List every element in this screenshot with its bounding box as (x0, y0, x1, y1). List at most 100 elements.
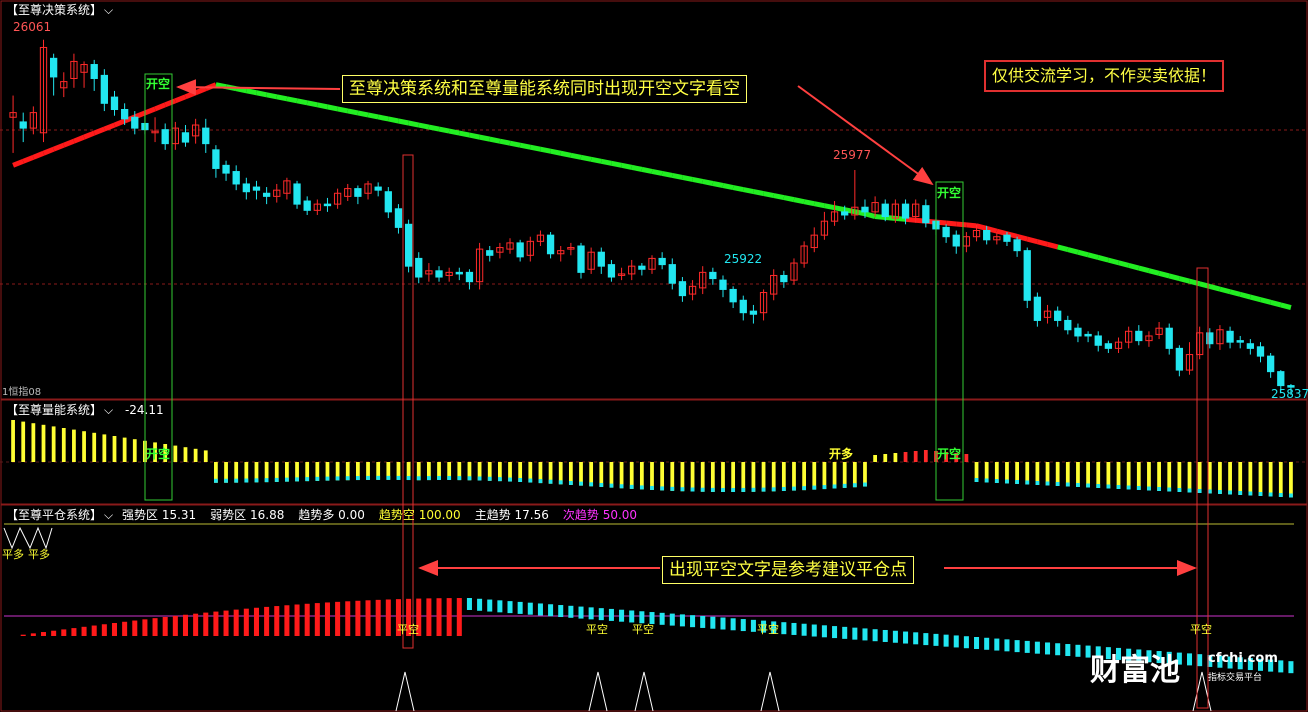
ma-segment (742, 187, 754, 195)
ma-segment (1138, 265, 1150, 274)
candle-body (415, 257, 423, 278)
ma-segment (956, 221, 967, 228)
candle-body (983, 229, 991, 241)
ma-segment (671, 172, 683, 180)
ma-segment (1188, 278, 1201, 287)
ma-segment (803, 199, 815, 207)
candle-body (780, 274, 788, 283)
candle-body (202, 127, 210, 145)
ma-segment (580, 154, 592, 162)
candle-body (1165, 327, 1173, 349)
ma-segment (783, 195, 795, 203)
indicator-0: 强势区 15.31 (122, 508, 197, 522)
ma-segment (509, 140, 521, 148)
price-last-label: 25837 (1271, 387, 1308, 401)
candle-body (181, 132, 190, 143)
candle-body (881, 203, 889, 218)
chevron-down-icon[interactable]: ⌵ (104, 3, 113, 17)
ma-segment (1097, 255, 1110, 263)
ma-segment (773, 193, 785, 201)
ma-segment (621, 162, 633, 170)
ma-segment (387, 116, 399, 124)
candle-body (1023, 250, 1031, 301)
ping-kong-signal-4: 平空 (757, 623, 779, 636)
candle-body (1135, 330, 1143, 342)
close-panel-title[interactable]: 【至尊平仓系统】 ⌵ (6, 508, 113, 522)
watermark-brand: 财富池 (1090, 653, 1180, 688)
ma-segment (529, 144, 541, 152)
ma-segment (651, 168, 663, 176)
ma-segment (255, 90, 268, 98)
candle-body (131, 116, 139, 129)
price-panel-title[interactable]: 【至尊决策系统】 ⌵ (6, 3, 113, 17)
ma-segment (438, 126, 450, 134)
price-high-label: 26061 (13, 20, 52, 34)
candle-body (384, 191, 392, 213)
ping-kong-signal-3: 平空 (632, 623, 654, 636)
ma-segment (1107, 257, 1120, 266)
ma-segment (1128, 262, 1140, 271)
ping-kong-signal-5: 平空 (1190, 623, 1212, 636)
ma-segment (1016, 233, 1028, 242)
candlestick-chart-canvas[interactable] (0, 0, 1308, 712)
candle-body (1033, 296, 1042, 321)
ma-segment (1178, 276, 1191, 284)
candle-body (100, 74, 108, 104)
ma-segment (610, 160, 623, 168)
ma-segment (326, 104, 339, 112)
ma-segment (1046, 241, 1059, 250)
top-note-text: 至尊决策系统和至尊量能系统同时出现开空文字看空 (349, 79, 740, 99)
chevron-down-icon[interactable]: ⌵ (104, 508, 113, 522)
ma-segment (1280, 302, 1292, 310)
ma-segment (458, 130, 470, 138)
volume-value: -24.11 (124, 403, 164, 417)
candle-body (161, 129, 169, 145)
bottom-note-text: 出现平空文字是参考建议平仓点 (669, 560, 907, 580)
candle-body (546, 234, 555, 255)
volume-panel-title-text: 【至尊量能系统】 (6, 403, 103, 417)
ma-segment (316, 102, 328, 110)
ma-segment (479, 134, 491, 142)
candle-body (293, 183, 301, 205)
ma-segment (286, 96, 298, 104)
candle-body (354, 188, 362, 197)
candle-body (922, 205, 930, 224)
candle-body (1226, 330, 1234, 343)
ma-segment (1209, 284, 1221, 292)
candle-body (719, 279, 727, 290)
indicator-4: 主趋势 17.56 (474, 508, 549, 522)
chart-background (0, 0, 1308, 712)
candle-body (901, 203, 910, 219)
ma-segment (1057, 244, 1069, 252)
volume-panel-title[interactable]: 【至尊量能系统】 ⌵ -24.11 (6, 403, 164, 417)
ma-segment (550, 148, 562, 156)
ma-segment (448, 128, 460, 136)
ma-segment (641, 166, 653, 174)
trading-chart-window: 【至尊决策系统】 ⌵ 26061 25977 25922 25837 1恒指08 … (0, 0, 1308, 712)
ma-segment (712, 181, 724, 188)
ma-segment (702, 179, 714, 186)
ma-segment (296, 98, 308, 106)
ma-segment (337, 106, 349, 114)
ma-segment (1148, 268, 1160, 276)
ma-segment (1229, 289, 1241, 297)
candle-body (861, 206, 869, 213)
ma-segment (661, 170, 673, 178)
ma-segment (692, 177, 704, 184)
ma-segment (590, 156, 602, 164)
candle-body (1104, 343, 1113, 349)
candle-body (1267, 355, 1275, 373)
candle-body (638, 265, 646, 270)
ma-segment (1067, 247, 1079, 255)
ma-segment (681, 174, 694, 182)
ping-kong-signal-1: 平空 (397, 623, 419, 636)
ping-duo-signal-2: 平多 (28, 548, 50, 561)
candle-body (749, 310, 758, 315)
chevron-down-icon[interactable]: ⌵ (104, 403, 113, 417)
ping-kong-signal-2: 平空 (586, 623, 608, 636)
candle-body (1256, 346, 1265, 357)
ma-segment (266, 92, 278, 100)
ma-segment (763, 191, 775, 199)
candle-body (1054, 310, 1062, 321)
candle-body (597, 251, 605, 267)
